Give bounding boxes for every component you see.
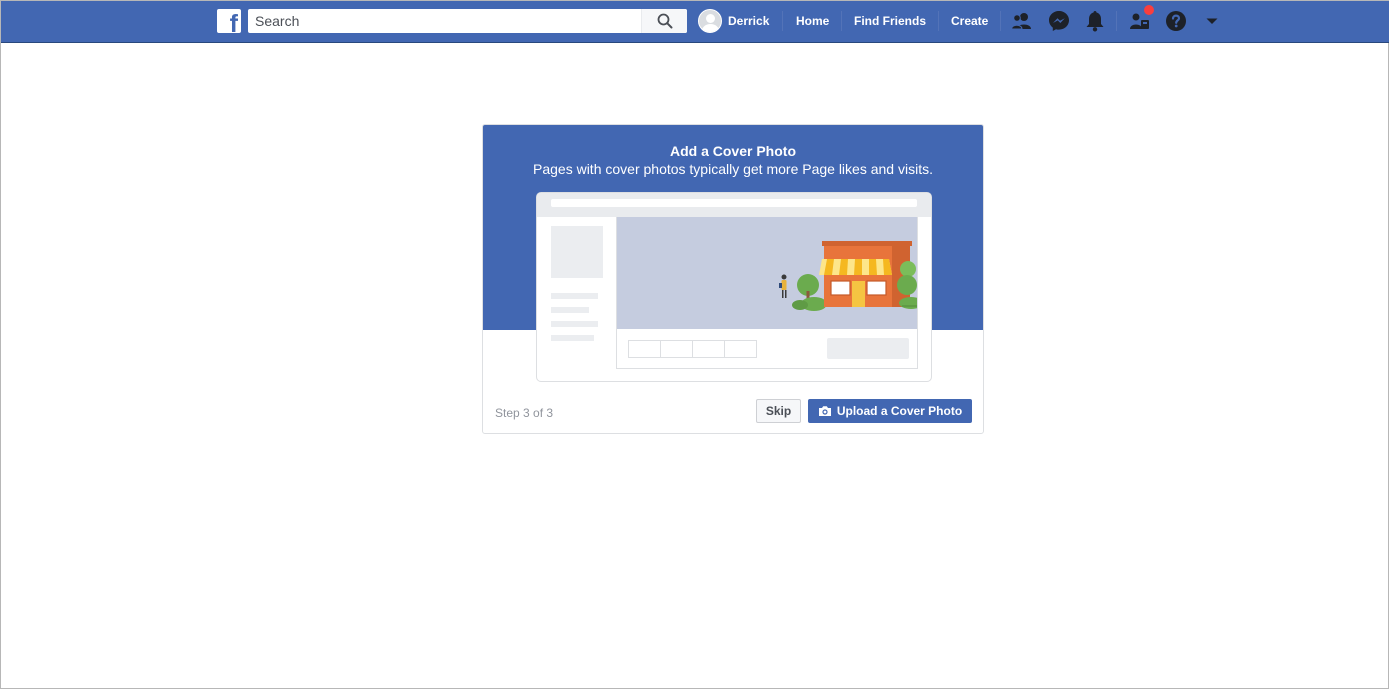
preview-sidebar-line [551, 321, 598, 327]
account-menu-caret-icon [1206, 18, 1218, 24]
create-label: Create [951, 14, 989, 28]
friend-requests-icon [1011, 13, 1031, 30]
skip-button[interactable]: Skip [756, 399, 801, 423]
find-friends-label: Find Friends [854, 14, 926, 28]
preview-sidebar-line [551, 307, 589, 313]
profile-name: Derrick [728, 14, 770, 28]
avatar [698, 9, 722, 33]
top-navigation-bar: f Derrick Home Find Friends Create [1, 1, 1389, 43]
preview-tabs [628, 340, 757, 358]
find-friends-link[interactable]: Find Friends [854, 1, 926, 41]
facebook-logo-letter: f [229, 10, 238, 34]
home-link[interactable]: Home [796, 1, 829, 41]
preview-sidebar-line [551, 293, 598, 299]
preview-main-content [616, 217, 918, 369]
page-frame: f Derrick Home Find Friends Create [0, 0, 1389, 689]
upload-cover-photo-button[interactable]: Upload a Cover Photo [808, 399, 972, 423]
create-link[interactable]: Create [951, 1, 988, 41]
preview-tab [692, 340, 725, 358]
help-question-icon [1166, 11, 1186, 31]
search-input[interactable] [248, 9, 641, 33]
step-indicator: Step 3 of 3 [495, 406, 554, 420]
nav-divider [782, 11, 783, 31]
profile-link[interactable]: Derrick [698, 1, 769, 41]
home-label: Home [796, 14, 830, 28]
preview-tab [724, 340, 757, 358]
search-icon [657, 13, 672, 29]
notifications-bell-icon [1086, 11, 1104, 32]
search-button[interactable] [641, 9, 687, 33]
search-bar [248, 9, 687, 33]
add-cover-photo-dialog: Add a Cover Photo Pages with cover photo… [482, 124, 984, 434]
messenger-icon [1049, 11, 1069, 31]
notification-badge [1144, 5, 1154, 15]
preview-tab [660, 340, 693, 358]
skip-label: Skip [765, 404, 792, 418]
notifications-button[interactable] [1083, 9, 1107, 33]
quick-help-button[interactable] [1128, 5, 1154, 33]
preview-url-bar [551, 199, 917, 207]
nav-divider [1116, 11, 1117, 31]
facebook-logo-icon[interactable]: f [217, 9, 241, 33]
preview-browser-bar [537, 193, 931, 217]
preview-profile-picture [551, 226, 603, 278]
dialog-subtitle: Pages with cover photos typically get mo… [533, 161, 933, 177]
messenger-button[interactable] [1047, 9, 1071, 33]
nav-divider [841, 11, 842, 31]
upload-cover-photo-label: Upload a Cover Photo [836, 404, 963, 418]
nav-divider [938, 11, 939, 31]
dialog-title: Add a Cover Photo [669, 143, 796, 159]
nav-divider [1000, 11, 1001, 31]
storefront-illustration [779, 241, 917, 311]
preview-tab [628, 340, 661, 358]
page-preview-illustration [536, 192, 932, 382]
help-button[interactable] [1164, 9, 1188, 33]
camera-icon [818, 406, 831, 416]
preview-action-button [827, 338, 909, 359]
preview-cover-photo [617, 217, 917, 329]
friend-requests-button[interactable] [1010, 9, 1034, 33]
account-menu-button[interactable] [1200, 9, 1224, 33]
preview-sidebar-line [551, 335, 594, 341]
